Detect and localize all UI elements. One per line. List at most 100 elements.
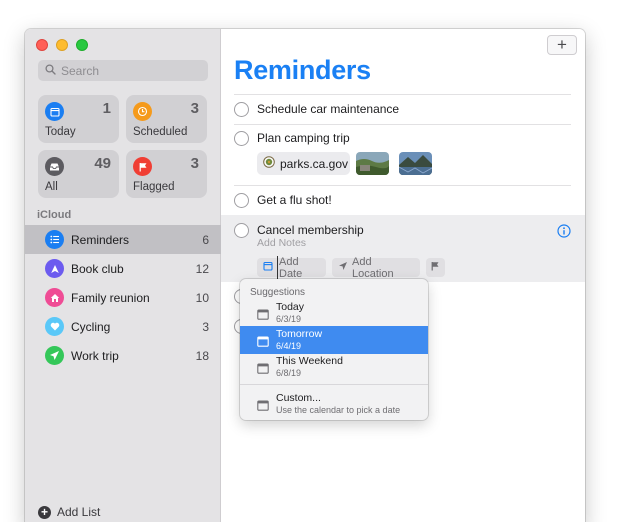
airplane-icon (45, 346, 64, 365)
add-location-button[interactable]: Add Location (332, 255, 420, 280)
sidebar-item-count: 3 (202, 319, 209, 334)
reminder-checkbox[interactable] (234, 131, 249, 146)
smart-list-all[interactable]: 49 All (38, 150, 119, 198)
calendar-icon (263, 261, 273, 274)
sidebar-item-cycling[interactable]: Cycling 3 (25, 312, 221, 341)
reminder-row[interactable]: Plan camping trip (234, 130, 585, 150)
add-date-button[interactable]: Add Date (257, 255, 326, 280)
suggestion-date: 6/4/19 (276, 341, 302, 351)
calendar-icon (257, 307, 269, 325)
flag-icon (430, 261, 440, 274)
sidebar-item-label: Cycling (71, 319, 111, 334)
clock-icon (133, 102, 152, 121)
page-title: Reminders (234, 55, 371, 85)
suggestion-title: Custom... (276, 392, 321, 404)
sidebar-item-label: Reminders (71, 232, 130, 247)
minimize-window-button[interactable] (56, 39, 68, 51)
safari-icon (263, 156, 275, 171)
house-icon (45, 288, 64, 307)
add-list-button[interactable]: + Add List (38, 505, 100, 519)
add-location-label: Add Location (352, 255, 394, 280)
calendar-icon (257, 334, 269, 352)
popup-divider (240, 384, 428, 385)
divider (234, 124, 571, 125)
photo-thumbnail[interactable] (399, 152, 432, 175)
suggestion-custom[interactable]: Custom... Use the calendar to pick a dat… (240, 390, 428, 418)
today-count: 1 (102, 100, 111, 117)
add-date-label: Add Date (277, 255, 320, 280)
flagged-label: Flagged (133, 181, 175, 193)
sidebar-item-count: 10 (195, 290, 209, 305)
bookmark-icon (45, 259, 64, 278)
search-icon (45, 62, 56, 80)
reminder-checkbox[interactable] (234, 223, 249, 238)
reminder-title[interactable]: Schedule car maintenance (257, 102, 399, 116)
sidebar: 1 Today 3 Scheduled 49 All 3 Flagged iCl… (25, 29, 221, 522)
sidebar-item-book-club[interactable]: Book club 12 (25, 254, 221, 283)
scheduled-label: Scheduled (133, 126, 188, 138)
sidebar-item-family-reunion[interactable]: Family reunion 10 (25, 283, 221, 312)
sidebar-item-count: 18 (195, 348, 209, 363)
info-icon[interactable] (557, 224, 571, 243)
smart-list-today[interactable]: 1 Today (38, 95, 119, 143)
suggestion-tomorrow[interactable]: Tomorrow 6/4/19 (240, 326, 428, 354)
suggestion-title: Tomorrow (276, 328, 323, 340)
plus-circle-icon: + (38, 505, 51, 519)
notes-field[interactable]: Add Notes (257, 237, 306, 249)
reminder-checkbox[interactable] (234, 193, 249, 208)
list-icon (45, 230, 64, 249)
reminder-title[interactable]: Plan camping trip (257, 131, 350, 145)
location-arrow-icon (338, 261, 348, 274)
suggestion-date: 6/3/19 (276, 314, 302, 324)
window-controls (36, 39, 88, 51)
sidebar-item-count: 12 (195, 261, 209, 276)
search-input[interactable] (61, 63, 201, 78)
close-window-button[interactable] (36, 39, 48, 51)
calendar-icon (257, 398, 269, 416)
suggestion-this-weekend[interactable]: This Weekend 6/8/19 (240, 353, 428, 381)
reminder-title[interactable]: Cancel membership (257, 223, 364, 237)
main-pane: + Reminders Schedule car maintenance Pla… (221, 29, 585, 522)
photo-thumbnail[interactable] (356, 152, 389, 175)
link-attachment[interactable]: parks.ca.gov (257, 152, 350, 175)
popup-header: Suggestions (250, 287, 306, 298)
reminder-title[interactable]: Get a flu shot! (257, 193, 332, 207)
suggestion-title: This Weekend (276, 355, 343, 367)
reminder-checkbox[interactable] (234, 102, 249, 117)
divider (234, 185, 571, 186)
all-count: 49 (94, 155, 111, 172)
link-text: parks.ca.gov (280, 156, 349, 171)
reminders-window: 1 Today 3 Scheduled 49 All 3 Flagged iCl… (25, 29, 585, 522)
suggestion-date: 6/8/19 (276, 368, 302, 378)
sidebar-item-reminders[interactable]: Reminders 6 (25, 225, 221, 254)
reminder-row[interactable]: Schedule car maintenance (234, 101, 585, 121)
flagged-count: 3 (190, 155, 199, 172)
flag-button[interactable] (426, 258, 445, 277)
new-reminder-button[interactable]: + (547, 35, 577, 55)
sidebar-item-label: Family reunion (71, 290, 150, 305)
suggestion-today[interactable]: Today 6/3/19 (240, 299, 428, 327)
reminder-row[interactable]: Get a flu shot! (234, 192, 585, 212)
today-label: Today (45, 126, 76, 138)
heart-icon (45, 317, 64, 336)
sidebar-item-label: Work trip (71, 348, 119, 363)
suggestion-date: Use the calendar to pick a date (276, 405, 401, 415)
sidebar-item-label: Book club (71, 261, 124, 276)
calendar-icon (257, 361, 269, 379)
flag-icon (133, 157, 152, 176)
search-field[interactable] (38, 60, 208, 81)
calendar-icon (45, 102, 64, 121)
icloud-section-label: iCloud (37, 209, 72, 221)
divider (234, 94, 571, 95)
reminder-attachments: parks.ca.gov (234, 152, 585, 176)
scheduled-count: 3 (190, 100, 199, 117)
add-list-label: Add List (57, 505, 101, 519)
sidebar-item-count: 6 (202, 232, 209, 247)
tray-icon (45, 157, 64, 176)
zoom-window-button[interactable] (76, 39, 88, 51)
smart-list-flagged[interactable]: 3 Flagged (126, 150, 207, 198)
sidebar-item-work-trip[interactable]: Work trip 18 (25, 341, 221, 370)
smart-list-scheduled[interactable]: 3 Scheduled (126, 95, 207, 143)
date-suggestions-popup: Suggestions Today 6/3/19 Tomorrow 6/4/19… (240, 279, 428, 420)
suggestion-title: Today (276, 301, 305, 313)
